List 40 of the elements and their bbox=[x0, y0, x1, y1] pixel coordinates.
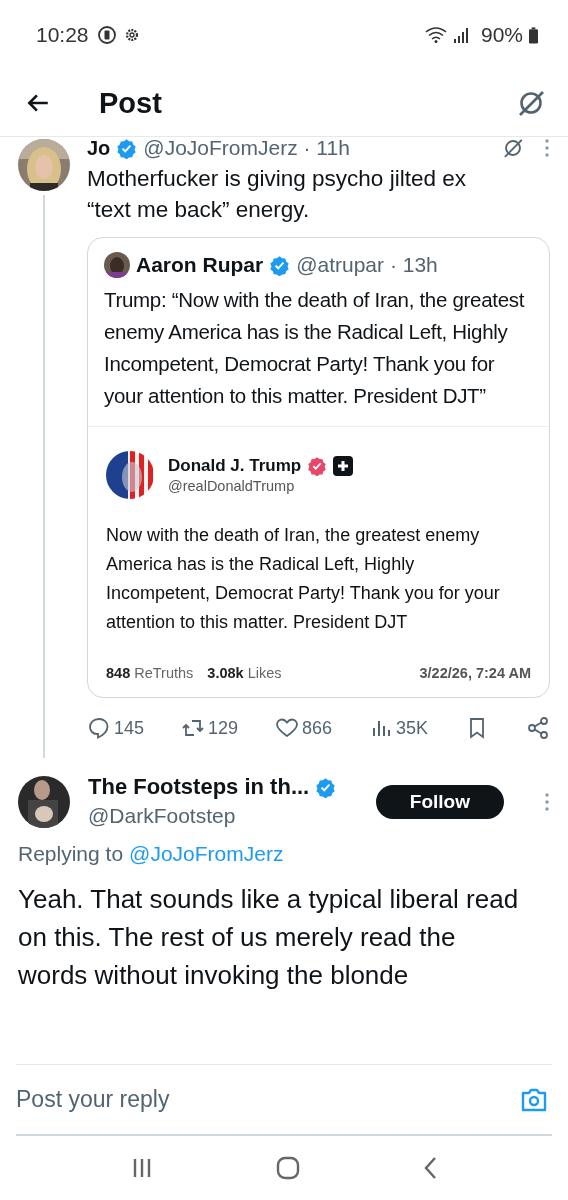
embedded-post-text: Now with the death of Iran, the greatest enemy America has is the Radical Left, Highly Incompetent, Democrat Party! Thank you for your attention to this matter. President DJT bbox=[106, 524, 501, 634]
author-handle[interactable]: @DarkFootstep bbox=[88, 804, 358, 828]
repost-button[interactable]: 129 bbox=[181, 716, 239, 740]
battery-percent: 90% bbox=[480, 23, 523, 47]
author-handle[interactable]: @atrupar · 13h bbox=[296, 253, 438, 277]
post-timestamp: 3/22/26, 7:24 AM bbox=[419, 665, 531, 681]
more-icon[interactable] bbox=[544, 138, 550, 158]
author-name[interactable]: Aaron Rupar bbox=[136, 253, 264, 277]
author-name: Donald J. Trump bbox=[168, 456, 302, 476]
camera-icon[interactable] bbox=[520, 1086, 548, 1113]
author-handle[interactable]: @JoJoFromJerz · 11h bbox=[143, 137, 350, 160]
wifi-icon bbox=[424, 26, 447, 44]
page-title: Post bbox=[99, 86, 162, 120]
battery-icon bbox=[529, 26, 538, 44]
plus-badge-icon bbox=[333, 456, 354, 476]
share-icon[interactable] bbox=[525, 716, 550, 740]
like-button[interactable]: 866 bbox=[275, 716, 333, 740]
post-stat: 3.08k Likes bbox=[207, 665, 282, 681]
heart-icon bbox=[275, 716, 299, 740]
post-stat: 848 ReTruths bbox=[106, 665, 194, 681]
more-icon[interactable] bbox=[544, 792, 550, 812]
author-handle: @realDonaldTrump bbox=[168, 478, 296, 494]
reply-button[interactable]: 145 bbox=[87, 716, 145, 740]
speech-bubble-icon bbox=[87, 716, 111, 740]
views-button[interactable]: 35K bbox=[369, 716, 429, 740]
quoted-post-card[interactable] bbox=[87, 237, 550, 698]
reply-text: Yeah. That sounds like a typical liberal read on this. The rest of us merely read the words without invoking the blonde bbox=[18, 883, 520, 992]
status-time: 10:28 bbox=[36, 23, 89, 47]
signal-icon bbox=[452, 26, 471, 44]
home-icon[interactable] bbox=[276, 1156, 300, 1180]
quoted-post-text: Trump: “Now with the death of Iran, the greatest enemy America has is the Radical Left, Highly Incompetent, Democrat Party! Thank you for your attention to this matter. President DJT” bbox=[104, 287, 526, 409]
back-icon[interactable] bbox=[422, 1156, 437, 1180]
author-name[interactable]: Jo bbox=[87, 137, 111, 160]
follow-button[interactable]: Follow bbox=[375, 785, 504, 819]
author-name[interactable]: The Footsteps in th... bbox=[88, 774, 310, 800]
replying-to-label: Replying to bbox=[18, 842, 124, 866]
post-text: Motherfucker is giving psycho jilted ex “text me back” energy. bbox=[87, 165, 467, 224]
slashed-circle-icon[interactable] bbox=[502, 137, 524, 159]
verified-badge-icon bbox=[307, 456, 328, 476]
notification-icon bbox=[96, 25, 117, 45]
